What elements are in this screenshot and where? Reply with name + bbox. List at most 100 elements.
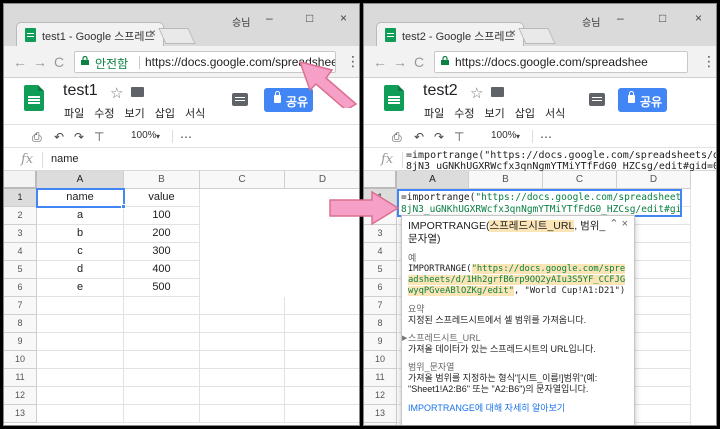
redo-icon[interactable]: ↷ bbox=[434, 130, 444, 144]
browser-tab-test2[interactable]: test2 - Google 스프레드 × bbox=[376, 22, 524, 46]
cell-empty[interactable] bbox=[37, 351, 124, 369]
cell-b4[interactable]: 300 bbox=[124, 243, 200, 261]
row-header-1[interactable]: 1 bbox=[4, 189, 37, 207]
comment-icon[interactable] bbox=[232, 93, 248, 106]
row-header-3[interactable]: 3 bbox=[4, 225, 37, 243]
zoom-dropdown-icon[interactable]: ▾ bbox=[156, 132, 160, 141]
column-header-a[interactable]: A bbox=[37, 171, 124, 189]
sheets-logo-icon[interactable] bbox=[384, 85, 404, 111]
print-icon[interactable]: ⎙ bbox=[32, 130, 42, 145]
cell-empty[interactable] bbox=[285, 351, 359, 369]
cell-b6[interactable]: 500 bbox=[124, 279, 200, 297]
menu-edit[interactable]: 수정 bbox=[454, 108, 474, 120]
row-header-12[interactable]: 12 bbox=[364, 387, 397, 405]
cell-a1[interactable]: name bbox=[37, 189, 124, 207]
row-header-4[interactable]: 4 bbox=[4, 243, 37, 261]
row-header-9[interactable]: 9 bbox=[4, 333, 37, 351]
row-header-5[interactable]: 5 bbox=[364, 261, 397, 279]
row-header-9[interactable]: 9 bbox=[364, 333, 397, 351]
new-tab-button[interactable] bbox=[158, 28, 196, 44]
row-header-12[interactable]: 12 bbox=[4, 387, 37, 405]
formula-input[interactable]: name bbox=[51, 153, 79, 165]
row-header-8[interactable]: 8 bbox=[4, 315, 37, 333]
cell-empty[interactable] bbox=[200, 351, 285, 369]
cell-b2[interactable]: 100 bbox=[124, 207, 200, 225]
print-icon[interactable]: ⎙ bbox=[392, 130, 402, 145]
share-button[interactable]: 공유 bbox=[618, 88, 667, 112]
cell-empty[interactable] bbox=[37, 405, 124, 423]
column-header-d[interactable]: D bbox=[285, 171, 359, 189]
menu-edit[interactable]: 수정 bbox=[94, 108, 114, 120]
cell-empty[interactable] bbox=[200, 387, 285, 405]
back-arrow-icon[interactable]: ← bbox=[373, 54, 387, 70]
star-icon[interactable]: ☆ bbox=[470, 84, 483, 102]
cell-empty[interactable] bbox=[37, 297, 124, 315]
row-header-3[interactable]: 3 bbox=[364, 225, 397, 243]
sheet-grid[interactable]: A B C D 1 2 3 4 5 6 7 8 9 10 11 12 13 name value a 100 b 200 c 3… bbox=[4, 171, 359, 425]
cell-a3[interactable]: b bbox=[37, 225, 124, 243]
folder-icon[interactable] bbox=[491, 87, 504, 97]
cell-b5[interactable]: 400 bbox=[124, 261, 200, 279]
cell-empty[interactable] bbox=[285, 405, 359, 423]
cell-empty[interactable] bbox=[124, 333, 200, 351]
undo-icon[interactable]: ↶ bbox=[414, 130, 424, 144]
row-header-5[interactable]: 5 bbox=[4, 261, 37, 279]
select-all-corner[interactable] bbox=[364, 171, 397, 189]
more-tools-icon[interactable]: ⋯ bbox=[180, 130, 192, 144]
forward-arrow-icon[interactable]: → bbox=[393, 54, 407, 70]
cell-b1[interactable]: value bbox=[124, 189, 200, 207]
new-tab-button[interactable] bbox=[518, 28, 556, 44]
undo-icon[interactable]: ↶ bbox=[54, 130, 64, 144]
cell-empty[interactable] bbox=[37, 369, 124, 387]
cell-empty[interactable] bbox=[37, 315, 124, 333]
menu-format[interactable]: 서식 bbox=[185, 108, 205, 120]
back-arrow-icon[interactable]: ← bbox=[13, 54, 27, 70]
paint-format-icon[interactable]: ⊤ bbox=[454, 130, 464, 144]
row-header-10[interactable]: 10 bbox=[4, 351, 37, 369]
row-header-14[interactable]: 14 bbox=[364, 423, 397, 425]
cell-empty[interactable] bbox=[285, 297, 359, 315]
row-header-11[interactable]: 11 bbox=[4, 369, 37, 387]
cell-empty[interactable] bbox=[200, 333, 285, 351]
column-header-c[interactable]: C bbox=[543, 171, 617, 189]
doc-title[interactable]: test2 bbox=[423, 82, 458, 100]
cell-empty[interactable] bbox=[124, 405, 200, 423]
close-window-button[interactable]: × bbox=[340, 11, 347, 25]
menu-view[interactable]: 보기 bbox=[125, 108, 145, 120]
cell-empty[interactable] bbox=[124, 297, 200, 315]
cell-b3[interactable]: 200 bbox=[124, 225, 200, 243]
zoom-select[interactable]: 100% bbox=[131, 130, 157, 141]
help-learn-more-link[interactable]: IMPORTRANGE에 대해 자세히 알아보기 bbox=[408, 403, 628, 414]
cell-empty[interactable] bbox=[200, 297, 285, 315]
zoom-select[interactable]: 100% bbox=[491, 130, 517, 141]
more-tools-icon[interactable]: ⋯ bbox=[540, 130, 552, 144]
close-tab-icon[interactable]: × bbox=[149, 26, 156, 40]
cell-a2[interactable]: a bbox=[37, 207, 124, 225]
url-text[interactable]: https://docs.google.com/spreadshee bbox=[455, 55, 648, 69]
row-header-8[interactable]: 8 bbox=[364, 315, 397, 333]
formula-input[interactable]: =importrange("https://docs.google.com/sp… bbox=[406, 150, 716, 171]
menu-file[interactable]: 파일 bbox=[424, 108, 444, 120]
menu-insert[interactable]: 삽입 bbox=[515, 108, 535, 120]
cell-empty[interactable] bbox=[37, 333, 124, 351]
row-header-13[interactable]: 13 bbox=[4, 405, 37, 423]
row-header-4[interactable]: 4 bbox=[364, 243, 397, 261]
close-tab-icon[interactable]: × bbox=[509, 26, 516, 40]
cell-empty[interactable] bbox=[124, 315, 200, 333]
column-header-b[interactable]: B bbox=[124, 171, 200, 189]
url-omnibox[interactable]: https://docs.google.com/spreadshee bbox=[434, 51, 688, 73]
cell-a4[interactable]: c bbox=[37, 243, 124, 261]
minimize-button[interactable]: – bbox=[266, 11, 273, 25]
column-header-a[interactable]: A bbox=[397, 171, 469, 189]
cell-empty[interactable] bbox=[124, 369, 200, 387]
user-label[interactable]: 승님 bbox=[582, 14, 600, 29]
cell-a6[interactable]: e bbox=[37, 279, 124, 297]
sheet-grid[interactable]: ABCD1234567891011121314=importrange("htt… bbox=[364, 171, 716, 425]
menu-format[interactable]: 서식 bbox=[545, 108, 565, 120]
row-header-7[interactable]: 7 bbox=[364, 297, 397, 315]
menu-view[interactable]: 보기 bbox=[485, 108, 505, 120]
menu-insert[interactable]: 삽입 bbox=[155, 108, 175, 120]
cell-empty[interactable] bbox=[200, 315, 285, 333]
cell-empty[interactable] bbox=[285, 333, 359, 351]
redo-icon[interactable]: ↷ bbox=[74, 130, 84, 144]
